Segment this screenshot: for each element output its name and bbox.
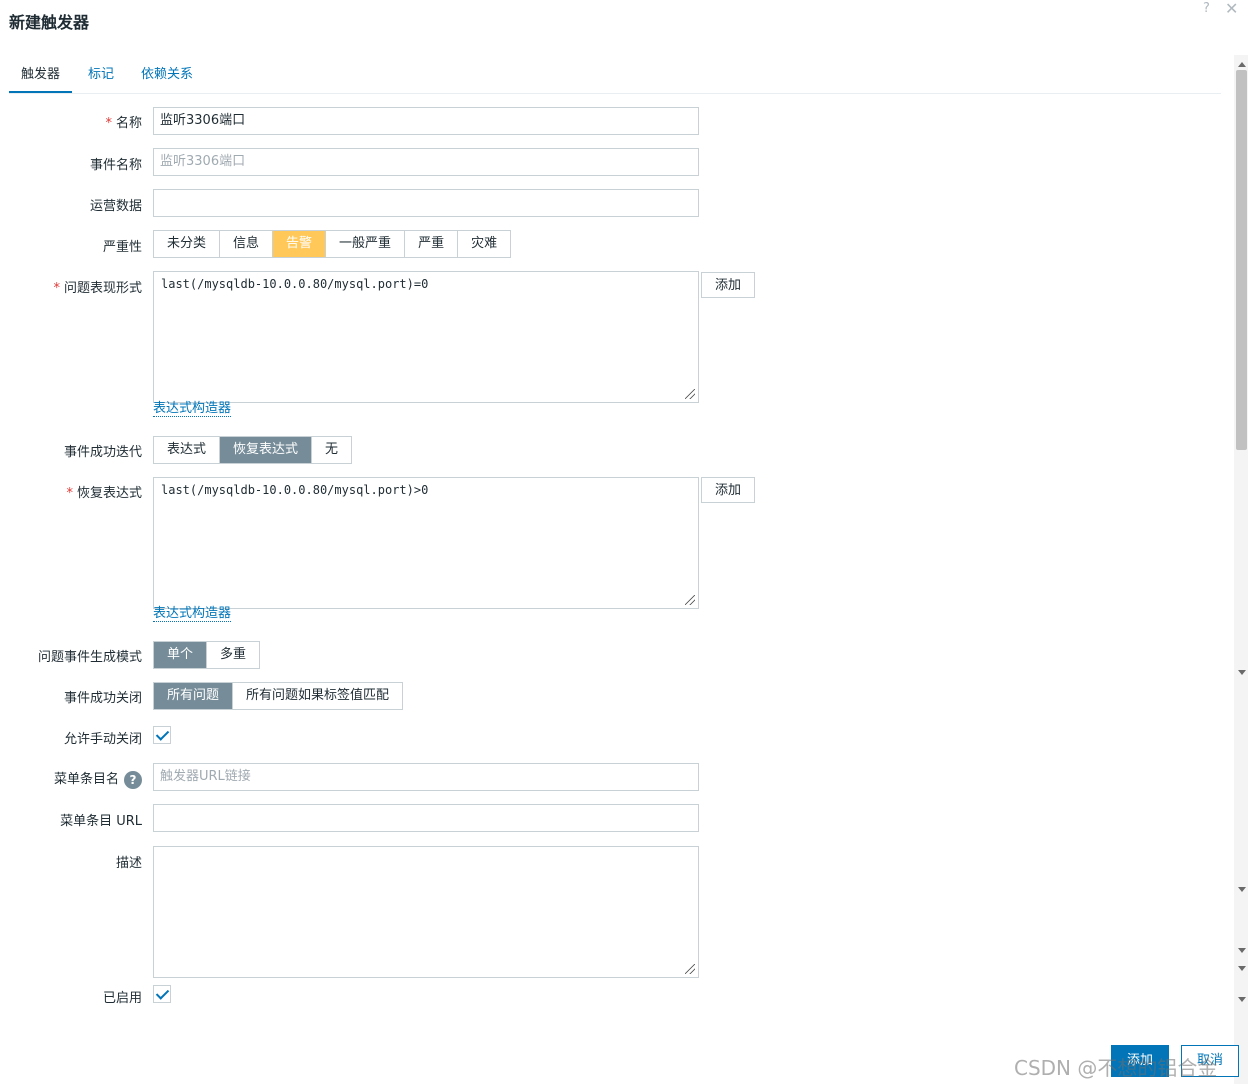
resize-grip-icon[interactable] (685, 595, 695, 605)
scrollbar-thumb[interactable] (1236, 70, 1247, 450)
ok-close-label: 事件成功关闭 (63, 691, 142, 706)
resize-grip-icon[interactable] (685, 964, 695, 974)
problem-mode-single[interactable]: 单个 (154, 642, 208, 668)
manual-close-checkbox[interactable] (153, 726, 171, 744)
required-mark: * (105, 116, 112, 131)
severity-warning[interactable]: 告警 (273, 231, 327, 257)
problem-mode-selector: 单个 多重 (153, 641, 261, 669)
url-name-label: 菜单条目名? (54, 768, 142, 789)
recovery-expression-builder-link[interactable]: 表达式构造器 (153, 606, 232, 622)
watermark: CSDN @不想的铝合金 (1014, 1056, 1218, 1080)
ok-close-tag-match[interactable]: 所有问题如果标签值匹配 (233, 683, 402, 709)
recovery-expression-label: * 恢复表达式 (66, 486, 142, 501)
ok-event-none[interactable]: 无 (312, 437, 351, 463)
url-name-input[interactable]: 触发器URL链接 (153, 763, 699, 791)
scroll-down-icon[interactable] (1238, 997, 1246, 1002)
event-name-input[interactable]: 监听3306端口 (153, 148, 699, 176)
recovery-expression-textarea[interactable]: last(/mysqldb-10.0.0.80/mysql.port)>0 (153, 477, 699, 609)
tab-trigger[interactable]: 触发器 (9, 62, 73, 93)
severity-selector: 未分类 信息 告警 一般严重 严重 灾难 (153, 230, 512, 258)
scroll-up-icon[interactable] (1238, 62, 1246, 67)
problem-expression-text: last(/mysqldb-10.0.0.80/mysql.port)=0 (161, 277, 429, 291)
enabled-checkbox[interactable] (153, 985, 171, 1003)
scroll-down-icon[interactable] (1238, 670, 1246, 675)
help-icon[interactable]: ? (1203, 1, 1210, 16)
name-input[interactable]: 监听3306端口 (153, 107, 699, 135)
description-textarea[interactable] (153, 846, 699, 978)
name-label: * 名称 (105, 116, 142, 131)
help-icon[interactable]: ? (124, 770, 142, 789)
required-mark: * (53, 281, 60, 296)
opdata-label: 运营数据 (89, 199, 142, 214)
ok-close-all-problems[interactable]: 所有问题 (154, 683, 234, 709)
problem-expression-textarea[interactable]: last(/mysqldb-10.0.0.80/mysql.port)=0 (153, 271, 699, 403)
event-name-label: 事件名称 (89, 158, 142, 173)
close-icon[interactable]: ✕ (1225, 0, 1238, 18)
severity-not-classified[interactable]: 未分类 (154, 231, 221, 257)
tab-tags[interactable]: 标记 (76, 62, 126, 91)
manual-close-label: 允许手动关闭 (63, 732, 142, 747)
scroll-down-icon[interactable] (1238, 966, 1246, 971)
problem-expression-builder-link[interactable]: 表达式构造器 (153, 401, 232, 417)
opdata-input[interactable] (153, 189, 699, 217)
enabled-label: 已启用 (102, 991, 142, 1006)
problem-expression-label: * 问题表现形式 (53, 281, 142, 296)
ok-close-selector: 所有问题 所有问题如果标签值匹配 (153, 682, 404, 710)
ok-event-recovery-expression[interactable]: 恢复表达式 (220, 437, 313, 463)
recovery-expression-add-button[interactable]: 添加 (701, 477, 756, 503)
severity-disaster[interactable]: 灾难 (458, 231, 510, 257)
severity-label: 严重性 (102, 240, 142, 255)
required-mark: * (66, 486, 73, 501)
resize-grip-icon[interactable] (685, 389, 695, 399)
severity-average[interactable]: 一般严重 (326, 231, 406, 257)
url-input[interactable] (153, 804, 699, 832)
recovery-expression-text: last(/mysqldb-10.0.0.80/mysql.port)>0 (161, 483, 429, 497)
severity-information[interactable]: 信息 (220, 231, 274, 257)
description-label: 描述 (115, 856, 142, 871)
ok-event-generation-label: 事件成功迭代 (63, 445, 142, 460)
problem-mode-multiple[interactable]: 多重 (207, 642, 259, 668)
problem-expression-add-button[interactable]: 添加 (701, 272, 756, 298)
tab-bar: 触发器 标记 依赖关系 (9, 62, 1221, 94)
ok-event-expression[interactable]: 表达式 (154, 437, 221, 463)
tab-dependencies[interactable]: 依赖关系 (129, 62, 205, 91)
ok-event-generation-selector: 表达式 恢复表达式 无 (153, 436, 353, 464)
url-label: 菜单条目 URL (60, 814, 142, 829)
dialog-title: 新建触发器 (9, 13, 90, 32)
scroll-down-icon[interactable] (1238, 887, 1246, 892)
problem-mode-label: 问题事件生成模式 (37, 650, 142, 665)
severity-high[interactable]: 严重 (405, 231, 459, 257)
scroll-down-icon[interactable] (1238, 948, 1246, 953)
